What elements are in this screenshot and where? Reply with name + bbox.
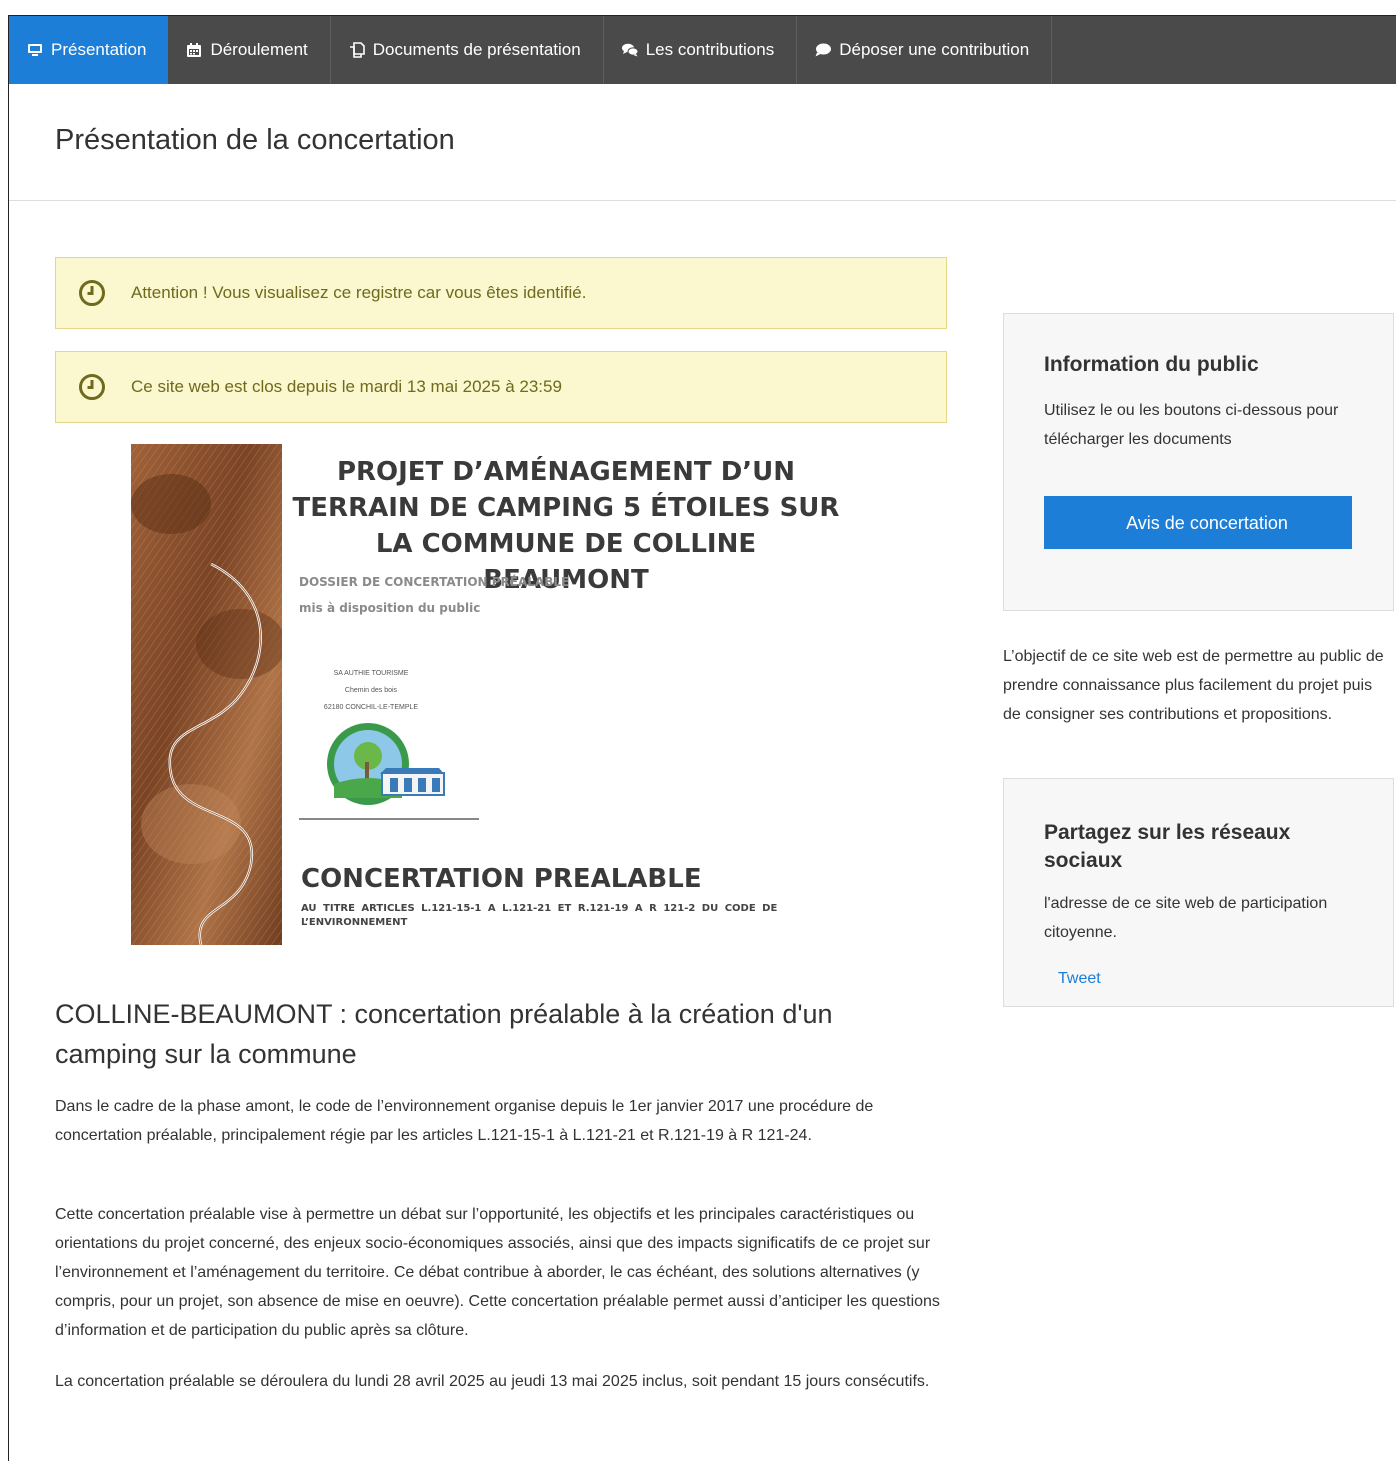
paragraph: La concertation préalable se déroulera d… [55,1373,930,1390]
clock-icon [79,280,105,306]
tab-label: Déposer une contribution [839,40,1030,59]
info-title: Information du public [1044,353,1259,376]
address-line: SA AUTHIE TOURISME [333,670,409,677]
share-card: Partagez sur les réseaux sociaux l'adres… [1003,778,1394,1007]
calendar-icon [186,42,202,58]
cover-subtitle: DOSSIER DE CONCERTATION PRÉALABLE [299,575,570,589]
info-public-card: Information du public Utilisez le ou les… [1003,313,1394,611]
address-line: Chemin des bois [344,687,398,694]
alert-closed: Ce site web est clos depuis le mardi 13 … [55,351,947,423]
cover-texture [131,444,282,945]
tab-documents[interactable]: Documents de présentation [331,16,604,84]
tab-label: Présentation [51,40,147,59]
cover-small-text: AU TITRE ARTICLES L.121-15-1 A L.121-21 … [301,903,778,928]
share-title: Partagez sur les réseaux sociaux [1044,821,1291,872]
alert-text: Ce site web est clos depuis le mardi 13 … [131,377,562,396]
top-nav: Présentation Déroulement Documents de pr… [9,16,1396,84]
clock-icon [79,374,105,400]
tab-deposer[interactable]: Déposer une contribution [797,16,1053,84]
paragraph: Cette concertation préalable vise à perm… [55,1206,940,1339]
main-heading: COLLINE-BEAUMONT : concertation préalabl… [55,999,833,1069]
cover-address: SA AUTHIE TOURISME Chemin des bois 62180… [311,665,431,716]
alert-text: Attention ! Vous visualisez ce registre … [131,283,587,302]
copy-icon [349,42,365,58]
tab-label: Les contributions [645,40,775,59]
address-line: 62180 CONCHIL-LE-TEMPLE [323,704,419,711]
objective-text: L’objectif de ce site web est de permett… [1003,648,1384,723]
tweet-link[interactable]: Tweet [1058,970,1101,988]
share-text: l'adresse de ce site web de participatio… [1044,895,1328,941]
alert-identified: Attention ! Vous visualisez ce registre … [55,257,947,329]
comments-icon [621,42,638,58]
camping-logo [327,723,445,805]
cover-title-line: PROJET D’AMÉNAGEMENT D’UN [336,457,796,487]
page-frame: Présentation Déroulement Documents de pr… [8,15,1396,1461]
avis-concertation-button[interactable]: Avis de concertation [1044,496,1352,549]
tab-contributions[interactable]: Les contributions [604,16,798,84]
tab-label: Documents de présentation [372,40,581,59]
divider [9,200,1396,201]
cover-separator [299,818,479,820]
comment-icon [815,42,832,58]
tab-label: Déroulement [210,40,308,59]
cover-subtitle-2: mis à disposition du public [299,601,481,615]
cover-title-line: TERRAIN DE CAMPING 5 ÉTOILES SUR [292,493,840,523]
tab-presentation[interactable]: Présentation [9,16,169,84]
tab-deroulement[interactable]: Déroulement [168,16,331,84]
info-text: Utilisez le ou les boutons ci-dessous po… [1044,402,1339,448]
cover-big-title: CONCERTATION PREALABLE [301,864,702,894]
paragraph: Dans le cadre de la phase amont, le code… [55,1098,874,1144]
page-title: Présentation de la concertation [55,124,455,156]
monitor-icon [27,42,43,58]
cover-image: PROJET D’AMÉNAGEMENT D’UN TERRAIN DE CAM… [131,444,841,947]
